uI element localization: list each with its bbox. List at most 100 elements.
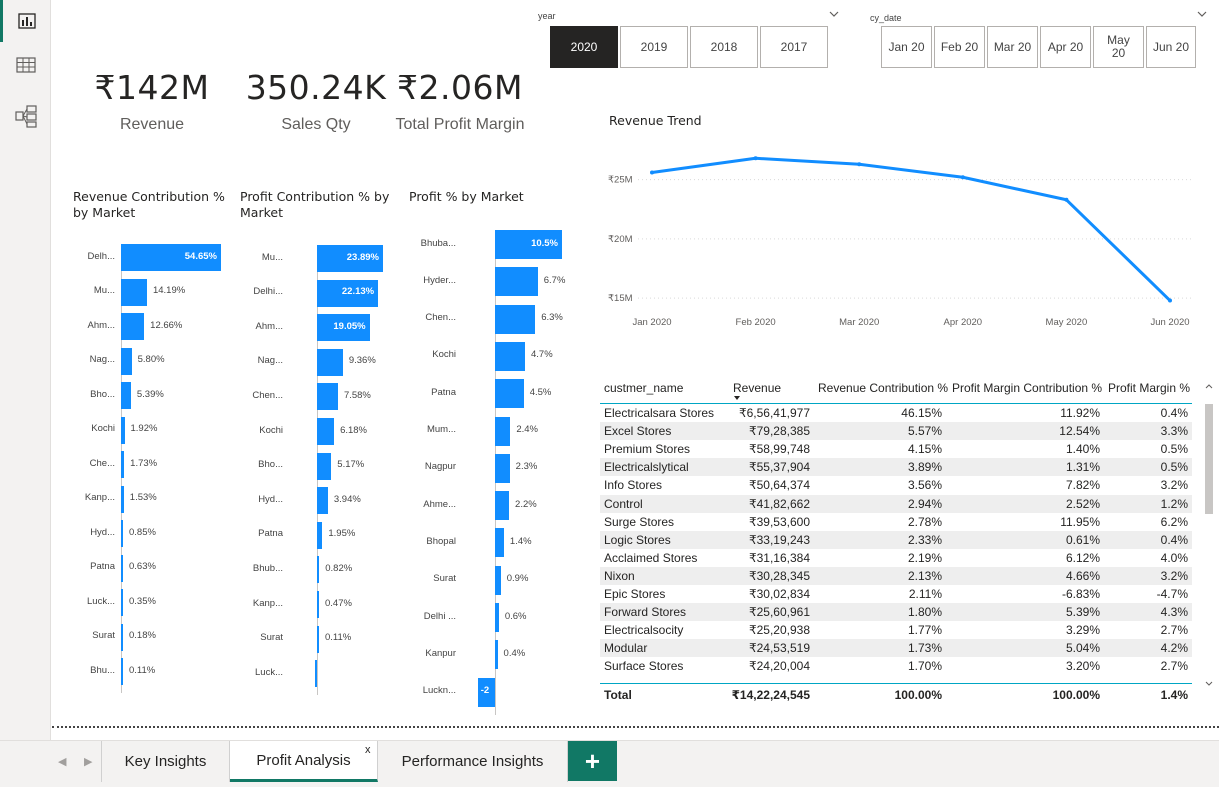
table-row[interactable]: Logic Stores ₹33,19,243 2.33% 0.61% 0.4%	[600, 530, 1192, 549]
revenue-point[interactable]	[960, 175, 965, 180]
table-row[interactable]: Acclaimed Stores ₹31,16,384 2.19% 6.12% 4.0%	[600, 549, 1192, 567]
table-row[interactable]: Nixon ₹30,28,345 2.13% 4.66% 3.2%	[600, 566, 1192, 585]
model-view-button[interactable]	[0, 95, 51, 137]
column-header[interactable]: Revenue Contribution %	[818, 381, 948, 395]
bar-data-label: 23.89%	[346, 251, 379, 263]
revenue-point[interactable]	[753, 156, 758, 161]
bar[interactable]	[495, 603, 499, 632]
table-row[interactable]: Surface Stores ₹24,20,004 1.70% 3.20% 2.7%	[600, 657, 1192, 675]
table-cell: 2.7%	[1160, 659, 1188, 674]
bar[interactable]	[121, 416, 125, 444]
add-page-button[interactable]: +	[568, 741, 617, 781]
year-tile-2020[interactable]: 2020	[550, 26, 618, 68]
tab-key-insights[interactable]: Key Insights	[101, 741, 230, 782]
bar[interactable]	[121, 520, 123, 547]
table-row[interactable]: Premium Stores ₹58,99,748 4.15% 1.40% 0.5%	[600, 440, 1192, 458]
bar[interactable]	[495, 491, 510, 521]
report-view-button[interactable]	[0, 0, 51, 42]
x-tick-label: Jan 2020	[632, 317, 671, 328]
bar[interactable]	[317, 556, 320, 584]
tab-scroll-left-icon[interactable]: ◀	[58, 755, 66, 768]
year-slicer-title: year	[538, 11, 556, 21]
month-tile-apr[interactable]: Apr 20	[1040, 26, 1091, 68]
table-cell: 3.29%	[1065, 623, 1100, 638]
year-tile-2019[interactable]: 2019	[620, 26, 688, 68]
month-tile-jun[interactable]: Jun 20	[1146, 26, 1196, 68]
column-header[interactable]: Revenue	[733, 381, 781, 395]
total-profit-margin: 1.4%	[1160, 688, 1188, 702]
bar-data-label: 1.95%	[328, 528, 356, 540]
month-tile-mar[interactable]: Mar 20	[987, 26, 1038, 68]
month-tile-may[interactable]: May 20	[1093, 26, 1144, 68]
table-row[interactable]: Excel Stores ₹79,28,385 5.57% 12.54% 3.3%	[600, 422, 1192, 441]
revenue-point[interactable]	[1064, 197, 1069, 202]
bar[interactable]	[121, 589, 123, 616]
bar[interactable]	[495, 453, 510, 483]
table-row[interactable]: Control ₹41,82,662 2.94% 2.52% 1.2%	[600, 494, 1192, 513]
table-scrollbar[interactable]	[1202, 384, 1216, 690]
table-row[interactable]: Modular ₹24,53,519 1.73% 5.04% 4.2%	[600, 639, 1192, 658]
bar[interactable]	[121, 313, 145, 340]
table-row[interactable]: Electricalsocity ₹25,20,938 1.77% 3.29% 2.7%	[600, 621, 1192, 639]
chevron-down-icon[interactable]	[1196, 9, 1208, 19]
table-cell: ₹41,82,662	[748, 496, 810, 511]
tab-performance-insights[interactable]: Performance Insights	[378, 741, 568, 782]
bar[interactable]	[315, 660, 317, 688]
bar[interactable]	[317, 383, 338, 411]
bar[interactable]	[317, 625, 319, 653]
table-cell: 2.13%	[907, 568, 942, 583]
column-header[interactable]: Profit Margin Contribution %	[952, 381, 1102, 395]
bar-data-label: 0.35%	[129, 595, 156, 607]
bar[interactable]	[495, 341, 525, 371]
bar[interactable]	[495, 565, 501, 595]
bar-data-label: 4.7%	[530, 349, 553, 361]
bar[interactable]	[495, 528, 504, 558]
table-row[interactable]: Surge Stores ₹39,53,600 2.78% 11.95% 6.2%	[600, 513, 1192, 531]
column-header[interactable]: custmer_name	[604, 381, 683, 395]
table-view-button[interactable]	[0, 44, 51, 86]
table-row[interactable]: Epic Stores ₹30,02,834 2.11% -6.83% -4.7%	[600, 585, 1192, 603]
bar[interactable]	[121, 554, 123, 582]
revenue-point[interactable]	[650, 170, 654, 175]
cy-date-slicer-title: cy_date	[870, 13, 902, 23]
close-tab-icon[interactable]: x	[365, 744, 371, 756]
bar[interactable]	[495, 640, 498, 670]
month-tile-jan[interactable]: Jan 20	[881, 26, 932, 68]
bar[interactable]	[317, 418, 335, 445]
y-tick-label: ₹15M	[608, 293, 633, 304]
bar[interactable]	[495, 267, 538, 297]
bar[interactable]	[495, 379, 524, 409]
bar[interactable]	[121, 658, 123, 685]
bar[interactable]	[317, 521, 323, 549]
year-tile-2017[interactable]: 2017	[760, 26, 828, 68]
bar[interactable]	[317, 452, 332, 480]
table-row[interactable]: Forward Stores ₹25,60,961 1.80% 5.39% 4.3%	[600, 603, 1192, 622]
bar[interactable]	[495, 304, 536, 334]
bar[interactable]	[317, 487, 328, 515]
bar-category-label: Bhu...	[90, 664, 115, 676]
bar[interactable]	[121, 347, 132, 375]
table-row[interactable]: Electricalslytical ₹55,37,904 3.89% 1.31% 0.…	[600, 458, 1192, 477]
bar-category-label: Hyder...	[423, 274, 456, 286]
column-header[interactable]: Profit Margin %	[1108, 381, 1190, 395]
year-tile-2018[interactable]: 2018	[690, 26, 758, 68]
revenue-point[interactable]	[1168, 298, 1172, 303]
table-row[interactable]: Info Stores ₹50,64,374 3.56% 7.82% 3.2%	[600, 476, 1192, 494]
bar[interactable]	[495, 416, 511, 446]
bar[interactable]	[121, 451, 125, 478]
bar[interactable]	[317, 591, 319, 618]
bar-category-label: Delh...	[87, 250, 115, 262]
bar[interactable]	[121, 278, 147, 306]
chevron-down-icon[interactable]	[828, 9, 840, 19]
tab-scroll-right-icon[interactable]: ▶	[84, 755, 92, 768]
tab-profit-analysis[interactable]: Profit Analysis	[230, 741, 378, 782]
month-tile-feb[interactable]: Feb 20	[934, 26, 985, 68]
bar[interactable]	[121, 382, 131, 409]
bar[interactable]	[317, 348, 343, 376]
sort-desc-icon[interactable]	[733, 395, 741, 401]
bar[interactable]	[121, 485, 124, 513]
table-row[interactable]: Electricalsara Stores ₹6,56,41,977 46.15% 1…	[600, 404, 1192, 422]
revenue-point[interactable]	[857, 162, 862, 167]
table-cell: 7.82%	[1065, 478, 1100, 493]
bar[interactable]	[121, 623, 123, 651]
